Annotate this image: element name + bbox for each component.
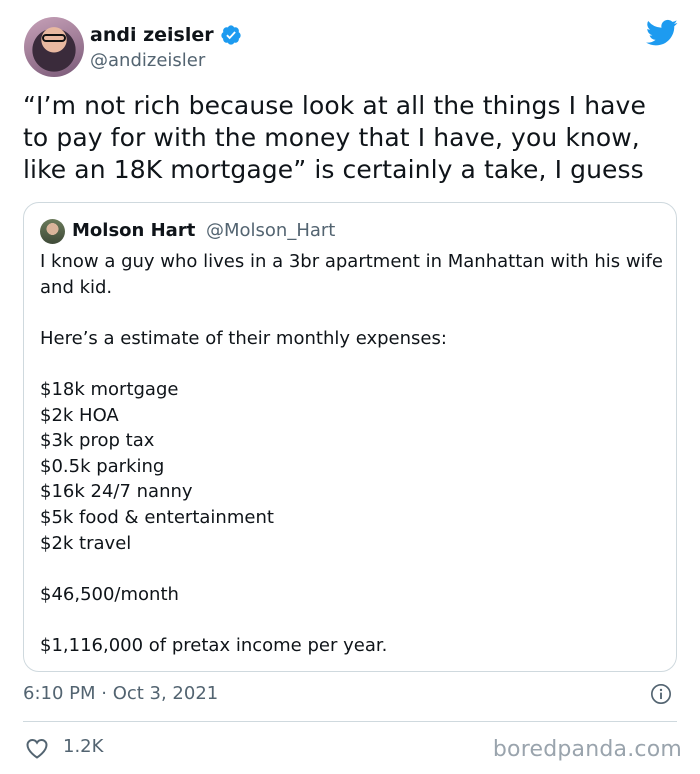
author-name-row[interactable]: andi zeisler: [90, 22, 242, 48]
quote-line: $18k mortgage: [40, 378, 179, 400]
quoted-author-avatar: [40, 219, 65, 244]
heart-icon[interactable]: [25, 737, 49, 759]
quote-line: $1,116,000 of pretax income per year.: [40, 634, 388, 656]
quote-line: $2k HOA: [40, 404, 119, 426]
quoted-tweet[interactable]: Molson Hart @Molson_Hart I know a guy wh…: [23, 202, 677, 672]
info-icon[interactable]: [650, 683, 672, 705]
author-display-name[interactable]: andi zeisler: [90, 22, 214, 48]
tweet-card: andi zeisler @andizeisler “I’m not rich …: [0, 0, 700, 774]
tweet-timestamp[interactable]: 6:10 PM · Oct 3, 2021: [23, 682, 218, 706]
quote-line: $16k 24/7 nanny: [40, 481, 193, 503]
twitter-bird-icon[interactable]: [646, 19, 678, 47]
verified-badge-icon: [220, 25, 241, 45]
tweet-text: “I’m not rich because look at all the th…: [23, 91, 646, 184]
quote-line: [40, 300, 665, 326]
watermark: boredpanda.com: [492, 737, 682, 762]
quote-line: I know a guy who lives in a 3br apartmen…: [40, 251, 669, 298]
quote-line: [40, 351, 665, 377]
like-count[interactable]: 1.2K: [63, 735, 103, 759]
quote-line: [40, 556, 665, 582]
quoted-author-name: Molson Hart: [72, 220, 196, 241]
quoted-author-handle: @Molson_Hart: [206, 220, 336, 241]
quote-line: $5k food & entertainment: [40, 506, 274, 528]
avatar-glasses: [42, 34, 66, 42]
quote-line: $46,500/month: [40, 583, 179, 605]
quote-line: $0.5k parking: [40, 455, 165, 477]
quote-line: $3k prop tax: [40, 430, 155, 452]
quote-line: $2k travel: [40, 532, 132, 554]
author-avatar[interactable]: [24, 17, 84, 77]
divider: [23, 721, 677, 722]
quoted-tweet-body: I know a guy who lives in a 3br apartmen…: [40, 249, 665, 659]
quote-line: Here’s a estimate of their monthly expen…: [40, 327, 447, 349]
quote-line: [40, 607, 665, 633]
author-handle[interactable]: @andizeisler: [90, 49, 205, 73]
